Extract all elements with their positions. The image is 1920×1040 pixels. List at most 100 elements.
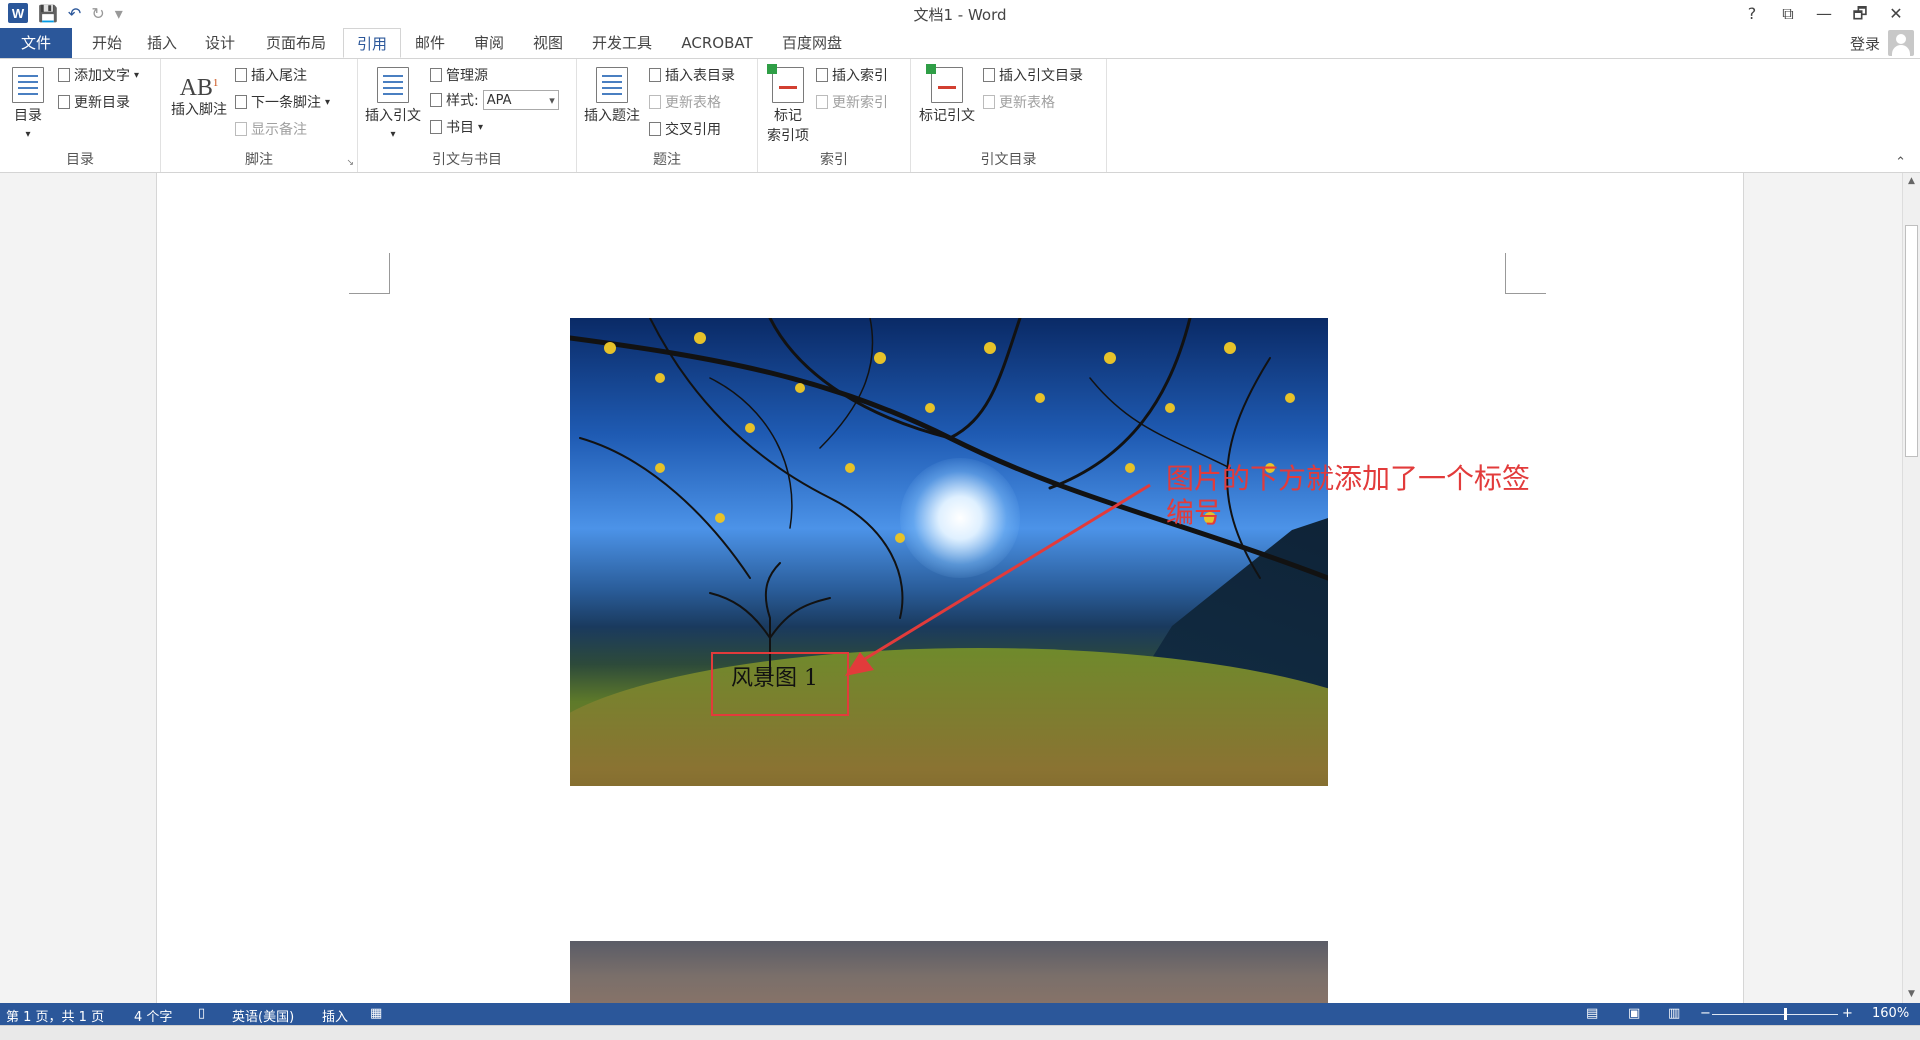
tab-mailings[interactable]: 邮件 <box>408 28 452 58</box>
language-indicator[interactable]: 英语(美国) <box>232 1006 294 1025</box>
show-notes-button[interactable]: 显示备注 <box>235 119 307 139</box>
dialog-launcher-icon[interactable]: ↘ <box>346 158 354 168</box>
toc-icon <box>12 67 44 103</box>
vertical-scrollbar[interactable]: ▲ ▼ <box>1902 173 1920 1003</box>
insert-endnote-button[interactable]: 插入尾注 <box>235 65 307 85</box>
collapse-ribbon-icon[interactable]: ⌃ <box>1895 155 1906 170</box>
bibliography-button[interactable]: 书目 ▾ <box>430 117 483 137</box>
next-footnote-button[interactable]: 下一条脚注 ▾ <box>235 92 330 112</box>
web-layout-icon[interactable]: ▥ <box>1668 1006 1680 1021</box>
zoom-slider-thumb[interactable] <box>1784 1008 1787 1020</box>
tab-design[interactable]: 设计 <box>198 28 242 58</box>
mark-entry-icon <box>767 64 804 103</box>
toc-button[interactable]: 目录 ▾ <box>10 67 46 141</box>
landscape-photo[interactable] <box>570 318 1328 786</box>
style-label: 样式: <box>446 93 479 109</box>
avatar[interactable] <box>1888 30 1914 56</box>
tab-insert[interactable]: 插入 <box>140 28 184 58</box>
group-label-citation: 引文与书目 <box>432 152 502 168</box>
sign-in-link[interactable]: 登录 <box>1850 33 1880 54</box>
insert-caption-button[interactable]: 插入题注 <box>581 67 643 125</box>
add-text-label: 添加文字 <box>74 68 130 84</box>
cross-reference-button[interactable]: 交叉引用 <box>649 119 721 139</box>
page-count[interactable]: 第 1 页，共 1 页 <box>6 1006 104 1025</box>
tab-developer[interactable]: 开发工具 <box>586 28 658 58</box>
print-layout-icon[interactable]: ▣ <box>1628 1006 1640 1021</box>
margin-corner-right <box>1505 253 1546 294</box>
update-table-label: 更新表格 <box>665 95 721 111</box>
tab-baidu-netdisk[interactable]: 百度网盘 <box>775 28 849 58</box>
update-toa-button[interactable]: 更新表格 <box>983 92 1055 112</box>
status-bar: 第 1 页，共 1 页 4 个字 ▯ 英语(美国) 插入 ▦ ▤ ▣ ▥ − +… <box>0 1003 1920 1025</box>
zoom-in-icon[interactable]: + <box>1842 1006 1853 1021</box>
cross-reference-icon <box>649 122 661 136</box>
insert-table-of-figures-label: 插入表目录 <box>665 68 735 84</box>
update-toc-icon <box>58 95 70 109</box>
insert-table-of-figures-button[interactable]: 插入表目录 <box>649 65 735 85</box>
word-count[interactable]: 4 个字 <box>134 1006 172 1025</box>
minimize-icon[interactable]: — <box>1806 2 1842 26</box>
show-notes-label: 显示备注 <box>251 122 307 138</box>
zoom-level[interactable]: 160% <box>1872 1006 1909 1021</box>
insert-caption-label: 插入题注 <box>584 108 640 124</box>
ribbon-display-options-icon[interactable]: ⧉ <box>1770 2 1806 26</box>
next-footnote-label: 下一条脚注 <box>251 95 321 111</box>
insert-index-button[interactable]: 插入索引 <box>816 65 888 85</box>
group-label-caption: 题注 <box>653 152 681 168</box>
manage-sources-button[interactable]: 管理源 <box>430 65 488 85</box>
show-notes-icon <box>235 122 247 136</box>
page[interactable] <box>156 173 1744 1003</box>
update-toa-icon <box>983 95 995 109</box>
mark-entry-label-1: 标记 <box>774 108 802 124</box>
tab-references[interactable]: 引用 <box>343 28 401 58</box>
mark-citation-button[interactable]: 标记引文 <box>915 64 979 125</box>
tab-acrobat[interactable]: ACROBAT <box>674 28 760 58</box>
margin-corner-left <box>349 253 390 294</box>
restore-icon[interactable]: 🗗 <box>1842 2 1878 26</box>
tab-review[interactable]: 审阅 <box>467 28 511 58</box>
close-icon[interactable]: ✕ <box>1878 2 1914 26</box>
read-mode-icon[interactable]: ▤ <box>1586 1006 1598 1021</box>
insert-footnote-button[interactable]: AB1 插入脚注 <box>167 63 231 119</box>
insert-toa-icon <box>983 68 995 82</box>
footnote-sup: 1 <box>212 77 219 89</box>
document-area <box>0 173 1902 1003</box>
update-index-button[interactable]: 更新索引 <box>816 92 888 112</box>
cross-reference-label: 交叉引用 <box>665 122 721 138</box>
macro-recording-icon[interactable]: ▦ <box>370 1006 382 1021</box>
insert-citation-label: 插入引文 <box>365 108 421 124</box>
group-caption: 插入题注 插入表目录 更新表格 交叉引用 题注 <box>577 59 758 172</box>
insert-mode[interactable]: 插入 <box>322 1006 348 1025</box>
insert-toa-button[interactable]: 插入引文目录 <box>983 65 1083 85</box>
add-text-button[interactable]: 添加文字 ▾ <box>58 65 139 85</box>
update-index-label: 更新索引 <box>832 95 888 111</box>
tab-home[interactable]: 开始 <box>82 28 132 58</box>
insert-citation-button[interactable]: 插入引文 ▾ <box>362 67 424 141</box>
group-label-index: 索引 <box>820 152 848 168</box>
scroll-down-icon[interactable]: ▼ <box>1903 986 1920 1003</box>
scroll-up-icon[interactable]: ▲ <box>1903 173 1920 190</box>
update-toc-button[interactable]: 更新目录 <box>58 92 130 112</box>
manage-sources-label: 管理源 <box>446 68 488 84</box>
second-photo[interactable] <box>570 941 1328 1003</box>
ribbon-tabs: 文件 开始 插入 设计 页面布局 引用 邮件 审阅 视图 开发工具 ACROBA… <box>0 28 1920 59</box>
next-footnote-icon <box>235 95 247 109</box>
zoom-slider[interactable] <box>1712 1014 1838 1015</box>
window-title: 文档1 - Word <box>913 6 1007 24</box>
tab-page-layout[interactable]: 页面布局 <box>256 28 336 58</box>
mark-entry-button[interactable]: 标记 索引项 <box>762 64 814 145</box>
insert-index-label: 插入索引 <box>832 68 888 84</box>
zoom-out-icon[interactable]: − <box>1700 1006 1711 1021</box>
mark-entry-label-2: 索引项 <box>767 128 809 144</box>
mark-citation-label: 标记引文 <box>919 108 975 124</box>
tab-view[interactable]: 视图 <box>526 28 570 58</box>
scroll-thumb[interactable] <box>1905 225 1918 457</box>
update-table-button[interactable]: 更新表格 <box>649 92 721 112</box>
help-icon[interactable]: ? <box>1734 2 1770 26</box>
proofing-icon[interactable]: ▯ <box>198 1006 205 1021</box>
figure-caption[interactable]: 风景图 1 <box>731 660 818 692</box>
tab-file[interactable]: 文件 <box>0 28 72 58</box>
mark-citation-icon <box>926 64 963 103</box>
update-toc-label: 更新目录 <box>74 95 130 111</box>
style-select[interactable]: APA <box>482 90 559 111</box>
